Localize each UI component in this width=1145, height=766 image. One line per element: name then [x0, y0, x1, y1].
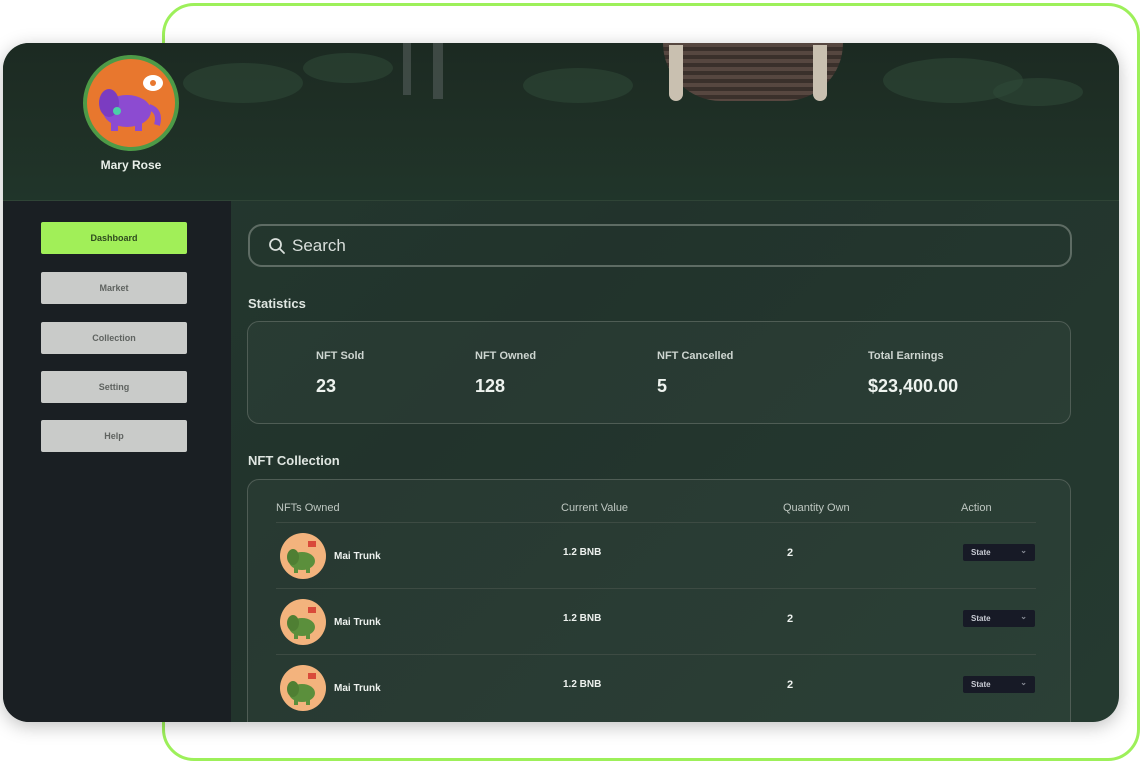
nft-quantity: 2: [787, 613, 794, 625]
nav-setting-button[interactable]: Setting: [41, 371, 187, 403]
nav-collection-button[interactable]: Collection: [41, 322, 187, 354]
nft-name: Mai Trunk: [334, 551, 381, 562]
chevron-down-icon: ⌄: [1020, 678, 1027, 687]
stat-value: 5: [657, 376, 668, 396]
table-row[interactable]: Mai Trunk 1.2 BNB 2 State ⌄: [276, 588, 1036, 655]
state-dropdown[interactable]: State ⌄: [963, 544, 1035, 561]
nft-quantity: 2: [787, 679, 794, 691]
stat-nft-sold: NFT Sold 23: [316, 350, 364, 397]
collection-title: NFT Collection: [248, 453, 340, 468]
nav-help-button[interactable]: Help: [41, 420, 187, 452]
nft-name: Mai Trunk: [334, 683, 381, 694]
statistics-title: Statistics: [248, 296, 306, 311]
profile-name: Mary Rose: [100, 158, 162, 172]
stat-total-earnings: Total Earnings $23,400.00: [868, 350, 958, 397]
nft-value: 1.2 BNB: [563, 679, 602, 690]
nft-value: 1.2 BNB: [563, 547, 602, 558]
nft-quantity: 2: [787, 547, 794, 559]
stat-nft-owned: NFT Owned 128: [475, 350, 536, 397]
column-header: Current Value: [561, 502, 629, 514]
stat-label: NFT Cancelled: [657, 350, 734, 362]
nft-thumbnail: [280, 665, 326, 711]
stat-value: 23: [316, 376, 337, 396]
search-icon: [269, 237, 285, 254]
table-row[interactable]: Mai Trunk 1.2 BNB 2 State ⌄: [276, 522, 1036, 589]
nft-collection-table: NFTs Owned Current Value Quantity Own Ac…: [247, 479, 1071, 722]
nav-market-button[interactable]: Market: [41, 272, 187, 304]
sidebar: Dashboard Market Collection Setting Help: [3, 201, 231, 722]
elephant-icon: [287, 607, 316, 639]
stat-nft-cancelled: NFT Cancelled 5: [657, 350, 733, 397]
elephant-icon: [287, 673, 316, 705]
search-placeholder: Search: [292, 235, 346, 255]
nav-dashboard-button[interactable]: Dashboard: [41, 222, 187, 254]
table-row[interactable]: Mai Trunk 1.2 BNB 2 State ⌄: [276, 654, 1036, 721]
stat-value: 128: [475, 376, 506, 396]
chevron-down-icon: ⌄: [1020, 612, 1027, 621]
column-header: NFTs Owned: [276, 502, 340, 514]
stat-label: NFT Owned: [475, 350, 537, 362]
nft-thumbnail: [280, 533, 326, 579]
stat-label: NFT Sold: [316, 350, 365, 362]
avatar[interactable]: [83, 55, 179, 151]
elephant-icon: [287, 541, 316, 573]
state-dropdown[interactable]: State ⌄: [963, 676, 1035, 693]
stat-label: Total Earnings: [868, 350, 944, 362]
nft-name: Mai Trunk: [334, 617, 381, 628]
nft-thumbnail: [280, 599, 326, 645]
state-dropdown-label: State: [971, 614, 991, 623]
state-dropdown-label: State: [971, 548, 991, 557]
chevron-down-icon: ⌄: [1020, 546, 1027, 555]
state-dropdown[interactable]: State ⌄: [963, 610, 1035, 627]
nft-value: 1.2 BNB: [563, 613, 602, 624]
app-window: Mary Rose Dashboard Market Collection Se…: [3, 43, 1119, 722]
elephant-icon: [99, 75, 163, 131]
stat-value: $23,400.00: [868, 376, 959, 396]
column-header: Quantity Own: [783, 502, 850, 514]
search-input[interactable]: Search: [248, 224, 1072, 267]
statistics-card: NFT Sold 23 NFT Owned 128 NFT Cancelled …: [247, 321, 1071, 424]
state-dropdown-label: State: [971, 680, 991, 689]
column-header: Action: [961, 502, 992, 514]
